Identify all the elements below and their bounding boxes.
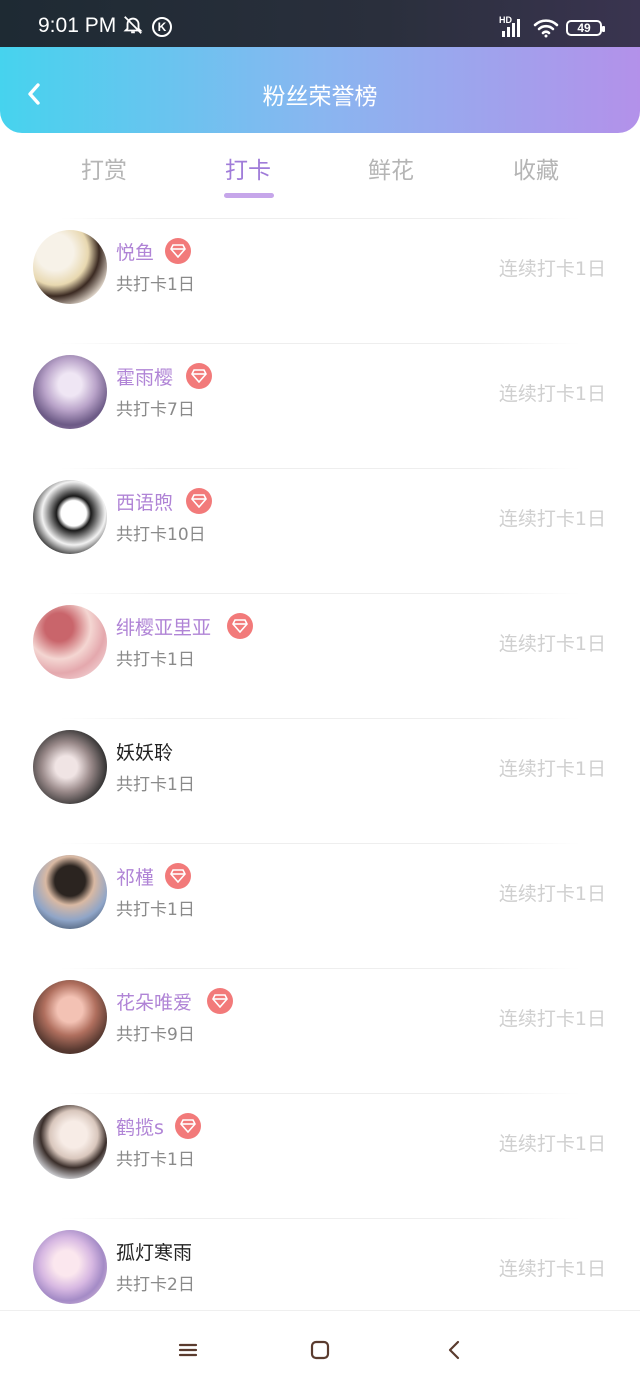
avatar[interactable]: [33, 605, 107, 679]
active-tab-indicator: [224, 193, 274, 198]
avatar[interactable]: [33, 480, 107, 554]
diamond-icon: [207, 988, 233, 1014]
total-checkin: 共打卡7日: [116, 400, 195, 420]
k-app-icon: K: [152, 17, 172, 37]
total-checkin: 共打卡1日: [116, 900, 195, 920]
streak-checkin: 连续打卡1日: [498, 1133, 606, 1155]
total-checkin: 共打卡1日: [116, 1150, 195, 1170]
tab-favorites[interactable]: 收藏: [476, 151, 596, 185]
status-time: 9:01 PM: [38, 14, 117, 37]
home-square-icon[interactable]: [307, 1337, 333, 1363]
signal-icon: [502, 19, 520, 37]
streak-checkin: 连续打卡1日: [498, 758, 606, 780]
diamond-icon: [227, 613, 253, 639]
streak-checkin: 连续打卡1日: [498, 883, 606, 905]
page-title: 粉丝荣誉榜: [262, 84, 378, 110]
status-bar: 9:01 PM K HD 49: [0, 0, 640, 48]
fan-name[interactable]: 花朵唯爱: [116, 988, 192, 1015]
avatar[interactable]: [33, 1230, 107, 1304]
total-checkin: 共打卡10日: [116, 525, 206, 545]
diamond-icon: [175, 1113, 201, 1139]
avatar[interactable]: [33, 730, 107, 804]
streak-checkin: 连续打卡1日: [498, 1258, 606, 1280]
diamond-icon: [165, 238, 191, 264]
battery-icon: 49: [566, 20, 605, 36]
list-item[interactable]: 悦鱼 共打卡1日 连续打卡1日: [0, 218, 640, 343]
diamond-icon: [186, 488, 212, 514]
back-triangle-icon[interactable]: [442, 1337, 468, 1363]
total-checkin: 共打卡1日: [116, 275, 195, 295]
avatar[interactable]: [33, 980, 107, 1054]
tab-bar: 打赏 打卡 鲜花 收藏: [0, 145, 640, 205]
tab-checkin[interactable]: 打卡: [188, 151, 308, 185]
total-checkin: 共打卡1日: [116, 775, 195, 795]
diamond-icon: [186, 363, 212, 389]
list-item[interactable]: 西语煦 共打卡10日 连续打卡1日: [0, 468, 640, 593]
fan-name[interactable]: 妖妖聆: [116, 738, 173, 765]
list-item[interactable]: 花朵唯爱 共打卡9日 连续打卡1日: [0, 968, 640, 1093]
streak-checkin: 连续打卡1日: [498, 258, 606, 280]
avatar[interactable]: [33, 855, 107, 929]
total-checkin: 共打卡1日: [116, 650, 195, 670]
fan-name[interactable]: 鹤揽s: [116, 1113, 164, 1140]
total-checkin: 共打卡9日: [116, 1025, 195, 1045]
streak-checkin: 连续打卡1日: [498, 383, 606, 405]
total-checkin: 共打卡2日: [116, 1275, 195, 1295]
avatar[interactable]: [33, 355, 107, 429]
fan-name[interactable]: 孤灯寒雨: [116, 1238, 192, 1265]
fan-list: 悦鱼 共打卡1日 连续打卡1日 霍雨樱 共打卡7日 连续打卡1日 西语煦 共打卡…: [0, 218, 640, 1343]
fan-name[interactable]: 绯樱亚里亚: [116, 613, 211, 640]
list-item[interactable]: 鹤揽s 共打卡1日 连续打卡1日: [0, 1093, 640, 1218]
diamond-icon: [165, 863, 191, 889]
tab-reward[interactable]: 打赏: [44, 151, 164, 185]
list-item[interactable]: 绯樱亚里亚 共打卡1日 连续打卡1日: [0, 593, 640, 718]
list-item[interactable]: 霍雨樱 共打卡7日 连续打卡1日: [0, 343, 640, 468]
avatar[interactable]: [33, 230, 107, 304]
menu-icon[interactable]: [175, 1337, 201, 1363]
list-item[interactable]: 祁槿 共打卡1日 连续打卡1日: [0, 843, 640, 968]
system-nav-bar: [0, 1310, 640, 1387]
avatar[interactable]: [33, 1105, 107, 1179]
tab-flowers[interactable]: 鲜花: [331, 151, 451, 185]
streak-checkin: 连续打卡1日: [498, 1008, 606, 1030]
streak-checkin: 连续打卡1日: [498, 508, 606, 530]
streak-checkin: 连续打卡1日: [498, 633, 606, 655]
list-item[interactable]: 妖妖聆 共打卡1日 连续打卡1日: [0, 718, 640, 843]
fan-name[interactable]: 悦鱼: [116, 238, 154, 265]
fan-name[interactable]: 霍雨樱: [116, 363, 173, 390]
notifications-off-icon: [123, 16, 143, 34]
fan-name[interactable]: 西语煦: [116, 488, 173, 515]
page-header: 粉丝荣誉榜: [0, 47, 640, 133]
wifi-icon: [533, 19, 559, 38]
fan-name[interactable]: 祁槿: [116, 863, 154, 890]
